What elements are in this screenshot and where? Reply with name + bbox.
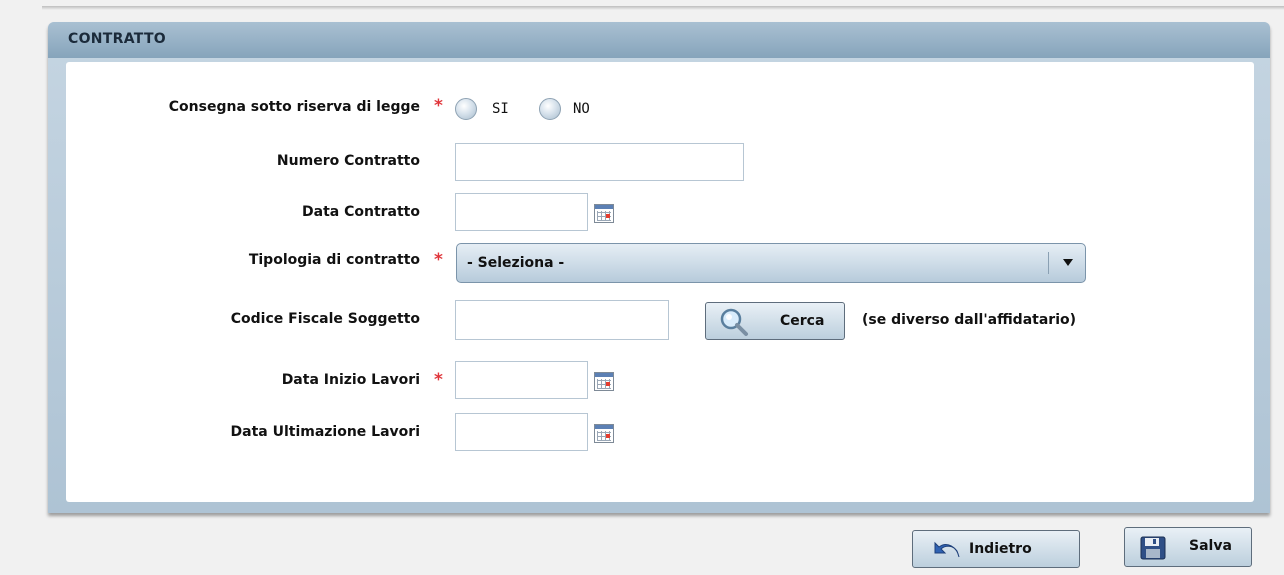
indietro-button[interactable]: Indietro <box>912 530 1080 568</box>
codice-fiscale-label: Codice Fiscale Soggetto <box>230 311 420 327</box>
floppy-disk-icon <box>1140 536 1166 560</box>
search-magnifier-icon <box>720 308 748 336</box>
required-marker: * <box>434 250 443 270</box>
data-contratto-input[interactable] <box>455 193 588 231</box>
salva-button[interactable]: Salva <box>1124 527 1252 567</box>
calendar-icon[interactable] <box>594 204 614 223</box>
select-separator <box>1048 252 1049 274</box>
data-ultimazione-label: Data Ultimazione Lavori <box>230 424 421 440</box>
codice-fiscale-note: (se diverso dall'affidatario) <box>862 312 1077 328</box>
tipologia-label: Tipologia di contratto <box>248 252 420 268</box>
radio-si[interactable] <box>455 98 477 120</box>
salva-button-label: Salva <box>1189 538 1232 554</box>
undo-arrow-icon <box>934 541 960 558</box>
top-divider <box>42 6 1284 10</box>
cerca-button[interactable]: Cerca <box>705 302 845 340</box>
calendar-icon[interactable] <box>594 424 614 443</box>
data-ultimazione-input[interactable] <box>455 413 588 451</box>
radio-si-label: SI <box>492 101 509 117</box>
codice-fiscale-input[interactable] <box>455 300 669 340</box>
data-inizio-label: Data Inizio Lavori <box>281 372 420 388</box>
consegna-label: Consegna sotto riserva di legge <box>168 99 420 115</box>
radio-no[interactable] <box>539 98 561 120</box>
cerca-button-label: Cerca <box>780 313 825 329</box>
required-marker: * <box>434 96 443 116</box>
tipologia-selected-value: - Seleziona - <box>467 255 565 271</box>
radio-no-label: NO <box>573 101 590 117</box>
tipologia-select[interactable]: - Seleziona - <box>456 243 1086 283</box>
calendar-icon[interactable] <box>594 372 614 391</box>
numero-contratto-label: Numero Contratto <box>276 153 420 169</box>
panel-header: CONTRATTO <box>48 22 1270 58</box>
dropdown-arrow-icon <box>1063 259 1073 266</box>
indietro-button-label: Indietro <box>969 541 1032 557</box>
numero-contratto-input[interactable] <box>455 143 744 181</box>
panel-title: CONTRATTO <box>68 31 166 47</box>
data-contratto-label: Data Contratto <box>302 204 420 220</box>
data-inizio-input[interactable] <box>455 361 588 399</box>
required-marker: * <box>434 370 443 390</box>
